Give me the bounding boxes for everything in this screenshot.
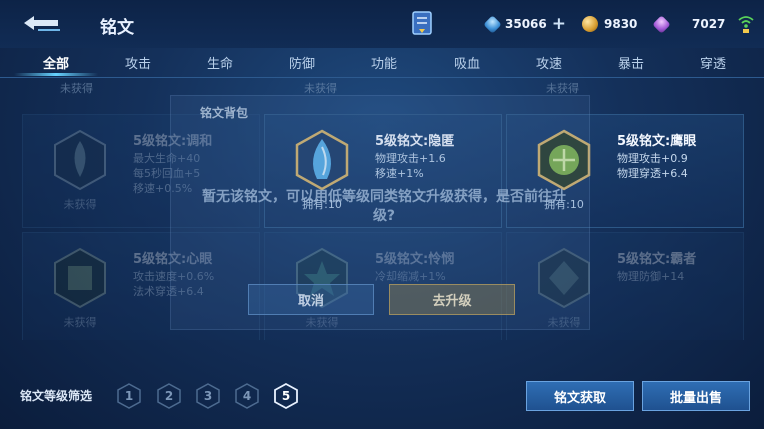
- tab-all[interactable]: 全部: [43, 53, 69, 72]
- level-number: 4: [242, 389, 252, 403]
- level-number: 5: [281, 389, 291, 403]
- rune-stats: 物理攻击+0.9 物理穿透+6.4: [617, 151, 688, 181]
- tab-utility[interactable]: 功能: [371, 53, 397, 72]
- peek-label: 未获得: [304, 82, 337, 95]
- tab-crit[interactable]: 暴击: [618, 53, 644, 72]
- crystal-icon: [652, 14, 671, 34]
- tab-lifesteal[interactable]: 吸血: [454, 53, 480, 72]
- rune-emblem-icon: [54, 247, 106, 309]
- rune-stat: 物理防御+14: [617, 270, 685, 283]
- back-arrow-icon[interactable]: [20, 12, 64, 34]
- level-filter-3[interactable]: 3: [195, 383, 221, 409]
- level-filter-label: 铭文等级筛选: [20, 389, 93, 403]
- top-bar: 铭文 35066 + 9830 7027: [0, 0, 764, 48]
- tab-health[interactable]: 生命: [207, 53, 233, 72]
- rune-name: 5级铭文:霸者: [617, 252, 697, 267]
- level-number: 2: [164, 389, 174, 403]
- dialog-message: 暂无该铭文，可以用低等级同类铭文升级获得，是否前往升级?: [202, 189, 566, 224]
- rune-stat: 物理攻击+0.9: [617, 152, 688, 165]
- tab-attack[interactable]: 攻击: [125, 53, 151, 72]
- level-filter-1[interactable]: 1: [116, 383, 142, 409]
- peek-label: 未获得: [60, 82, 93, 95]
- cancel-button[interactable]: 取消: [248, 284, 374, 315]
- gem-icon: [483, 14, 502, 34]
- rune-name: 5级铭文:鹰眼: [617, 134, 697, 149]
- wifi-signal-icon: [738, 16, 754, 33]
- rune-stat: 物理穿透+6.4: [617, 167, 688, 180]
- go-upgrade-button[interactable]: 去升级: [389, 284, 515, 315]
- gold-balance: 9830: [582, 13, 637, 35]
- rune-badge-icon[interactable]: [410, 9, 434, 39]
- tab-penetration[interactable]: 穿透: [700, 53, 726, 72]
- level-number: 3: [203, 389, 213, 403]
- gem-amount: 35066: [505, 17, 547, 31]
- crystal-balance: 7027: [652, 13, 726, 35]
- level-filter-5[interactable]: 5: [273, 382, 299, 410]
- gold-coin-icon: [582, 16, 598, 32]
- crystal-amount: 7027: [692, 17, 726, 31]
- rune-owned-status: 未获得: [63, 198, 97, 211]
- peek-label: 未获得: [546, 82, 579, 95]
- level-filter-2[interactable]: 2: [156, 383, 182, 409]
- bulk-sell-button[interactable]: 批量出售: [642, 381, 750, 411]
- rune-owned-status: 未获得: [63, 316, 97, 329]
- level-number: 1: [124, 389, 134, 403]
- rune-emblem-icon: [54, 129, 106, 191]
- gold-amount: 9830: [604, 17, 638, 31]
- tab-defense[interactable]: 防御: [289, 53, 315, 72]
- gem-balance: 35066 +: [483, 13, 566, 35]
- rune-stats: 物理防御+14: [617, 269, 684, 284]
- active-tab-indicator: [14, 73, 98, 76]
- category-tabs: 全部 攻击 生命 防御 功能 吸血 攻速 暴击 穿透: [0, 48, 764, 78]
- dialog-title: 铭文背包: [200, 106, 249, 120]
- level-filter-4[interactable]: 4: [234, 383, 260, 409]
- tab-attack-speed[interactable]: 攻速: [536, 53, 562, 72]
- add-gems-button[interactable]: +: [552, 15, 566, 33]
- page-title: 铭文: [100, 18, 134, 38]
- obtain-runes-button[interactable]: 铭文获取: [526, 381, 634, 411]
